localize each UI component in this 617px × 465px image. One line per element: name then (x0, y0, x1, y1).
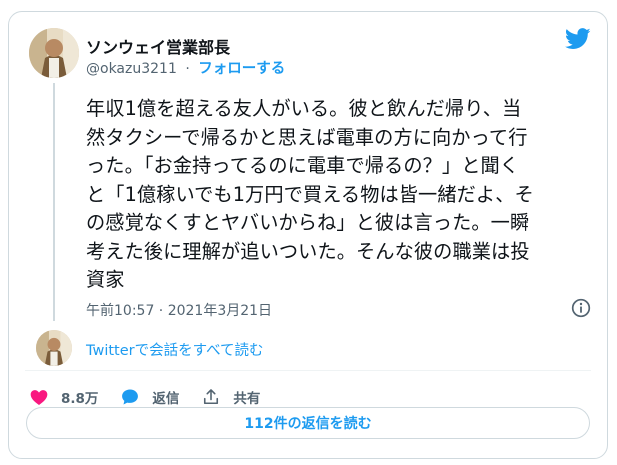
share-label: 共有 (233, 391, 261, 407)
action-bar: 8.8万 返信 共有 (29, 385, 282, 409)
reply-label: 返信 (152, 391, 180, 407)
read-conversation-link[interactable]: Twitterで会話をすべて読む (86, 339, 264, 360)
share-button[interactable]: 共有 (201, 387, 260, 407)
twitter-bird-icon[interactable] (565, 28, 591, 50)
author-handle[interactable]: @okazu3211 (86, 61, 177, 77)
info-icon[interactable] (571, 298, 591, 318)
tweet-card: ソンウェイ営業部長 @okazu3211 · フォローする 年収1億を超える友人… (8, 11, 608, 459)
separator-dot: · (185, 61, 190, 77)
author-avatar[interactable] (29, 28, 79, 78)
heart-icon (30, 390, 48, 405)
like-count: 8.8万 (61, 391, 99, 407)
author-handle-row: @okazu3211 · フォローする (86, 57, 285, 78)
conversation-avatar[interactable] (36, 330, 72, 366)
reply-button[interactable]: 返信 (120, 387, 179, 407)
speech-bubble-icon (122, 389, 139, 405)
like-button[interactable]: 8.8万 (29, 387, 98, 407)
thread-line (53, 83, 55, 321)
follow-button[interactable]: フォローする (198, 61, 285, 77)
share-icon (204, 389, 219, 405)
read-replies-button[interactable]: 112件の返信を読む (26, 407, 590, 439)
tweet-text: 年収1億を超える友人がいる。彼と飲んだ帰り、当 然タクシーで帰るかと思えば電車の… (86, 97, 534, 291)
author-display-name[interactable]: ソンウェイ営業部長 (86, 34, 230, 58)
divider (25, 370, 591, 371)
tweet-timestamp[interactable]: 午前10:57 · 2021年3月21日 (86, 300, 272, 320)
